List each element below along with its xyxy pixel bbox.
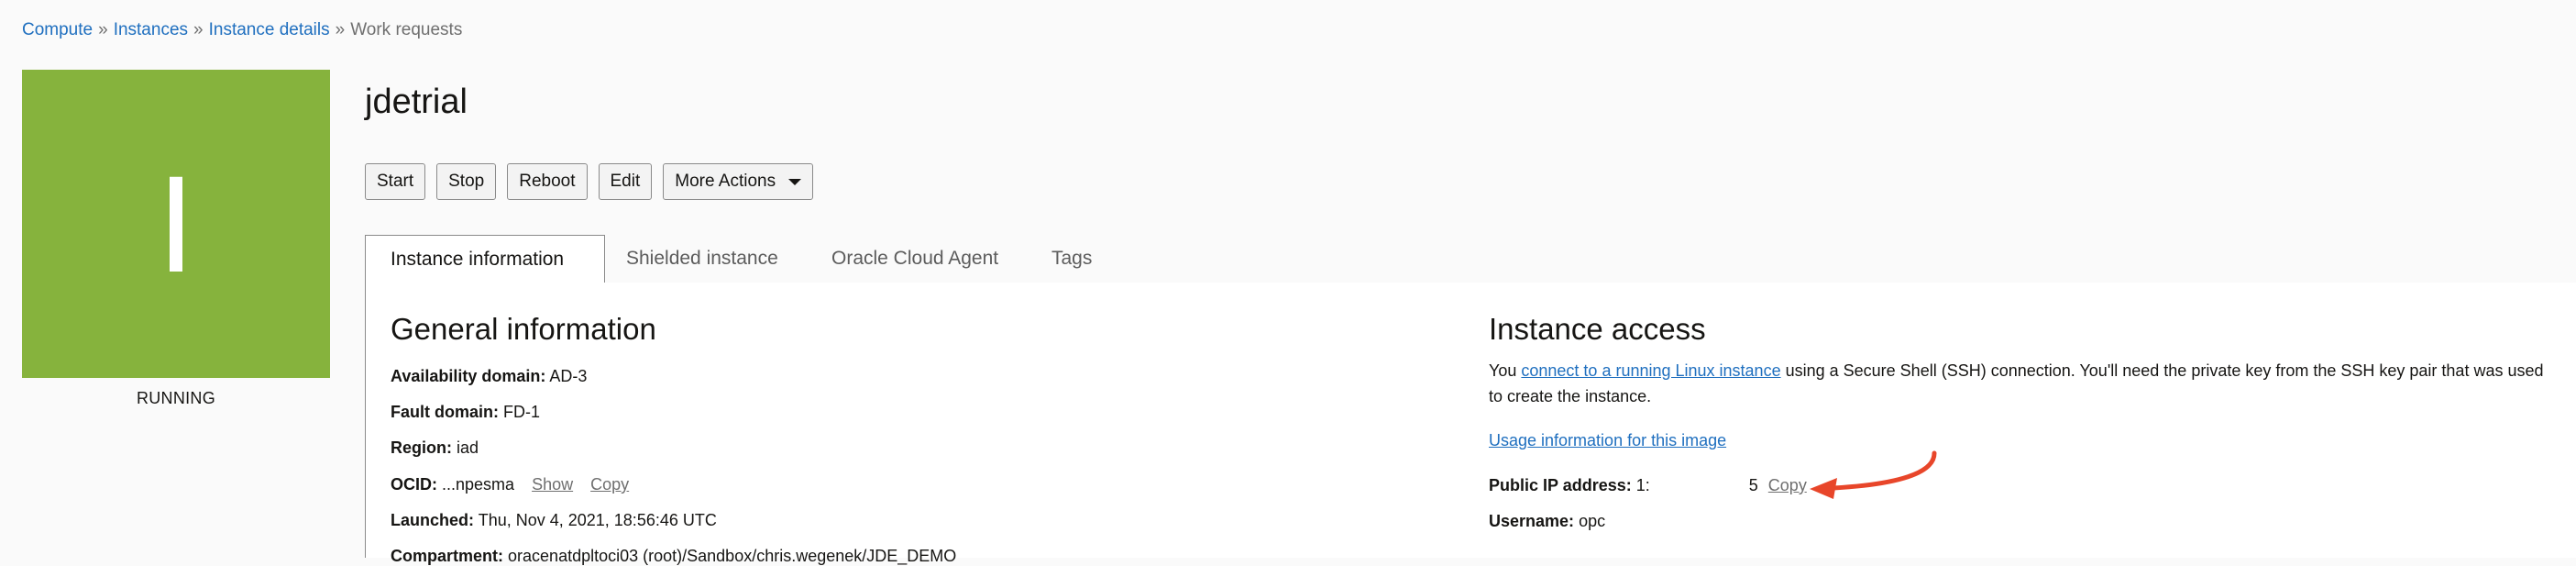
fault-domain-label: Fault domain: <box>391 403 499 421</box>
public-ip-value-suffix: 5 <box>1748 475 1758 494</box>
instance-state: RUNNING <box>136 389 216 407</box>
availability-domain-value: AD-3 <box>549 367 588 385</box>
fault-domain-value: FD-1 <box>503 403 541 421</box>
breadcrumb-instance-details[interactable]: Instance details <box>209 20 330 39</box>
ocid-label: OCID: <box>391 475 437 494</box>
breadcrumb-instances[interactable]: Instances <box>114 20 188 39</box>
compartment-label: Compartment: <box>391 547 504 565</box>
launched-value: Thu, Nov 4, 2021, 18:56:46 UTC <box>478 511 717 529</box>
instance-access-description: You connect to a running Linux instance … <box>1489 358 2552 409</box>
tab-bar: Instance information Shielded instance O… <box>365 235 2576 283</box>
breadcrumb-current: Work requests <box>350 20 463 39</box>
instance-access-heading: Instance access <box>1489 312 1706 346</box>
breadcrumb-separator: » <box>335 20 346 39</box>
tab-instance-information[interactable]: Instance information <box>365 235 605 283</box>
instance-icon-tile: I <box>22 70 330 378</box>
breadcrumb: Compute» Instances» Instance details» Work … <box>22 20 462 40</box>
username-row: Username: opc <box>1489 512 1605 531</box>
instance-icon: I <box>157 147 195 301</box>
ocid-copy-link[interactable]: Copy <box>590 475 629 494</box>
ocid-value: ...npesma <box>442 475 515 494</box>
region-value: iad <box>457 438 479 457</box>
availability-domain-row: Availability domain: AD-3 <box>391 367 587 386</box>
start-button[interactable]: Start <box>365 163 426 200</box>
ocid-row: OCID: ...npesma Show Copy <box>391 475 629 494</box>
public-ip-value-prefix: 1: <box>1635 475 1650 494</box>
redacted-ip-block <box>1649 475 1749 497</box>
region-label: Region: <box>391 438 452 457</box>
usage-information-link[interactable]: Usage information for this image <box>1489 431 1726 450</box>
public-ip-label: Public IP address: <box>1489 475 1632 494</box>
availability-domain-label: Availability domain: <box>391 367 546 385</box>
username-value: opc <box>1579 512 1606 530</box>
action-toolbar: Start Stop Reboot Edit More Actions <box>365 163 814 200</box>
region-row: Region: iad <box>391 438 479 458</box>
access-text-before: You <box>1489 361 1522 380</box>
fault-domain-row: Fault domain: FD-1 <box>391 403 540 422</box>
stop-button[interactable]: Stop <box>436 163 497 200</box>
launched-label: Launched: <box>391 511 475 529</box>
edit-button[interactable]: Edit <box>598 163 653 200</box>
breadcrumb-separator: » <box>98 20 108 39</box>
tab-oracle-cloud-agent[interactable]: Oracle Cloud Agent <box>831 235 998 283</box>
launched-row: Launched: Thu, Nov 4, 2021, 18:56:46 UTC <box>391 511 717 530</box>
annotation-arrow-icon <box>1810 450 1937 499</box>
reboot-button[interactable]: Reboot <box>507 163 588 200</box>
general-information-heading: General information <box>391 312 656 346</box>
page-title: jdetrial <box>365 83 468 121</box>
breadcrumb-compute[interactable]: Compute <box>22 20 93 39</box>
tab-tags[interactable]: Tags <box>1051 235 1092 283</box>
username-label: Username: <box>1489 512 1575 530</box>
tab-shielded-instance[interactable]: Shielded instance <box>626 235 778 283</box>
connect-linux-instance-link[interactable]: connect to a running Linux instance <box>1521 361 1780 380</box>
more-actions-label: More Actions <box>675 172 776 191</box>
more-actions-button[interactable]: More Actions <box>663 163 814 200</box>
compartment-value: oracenatdpltoci03 (root)/Sandbox/chris.w… <box>508 547 957 565</box>
breadcrumb-separator: » <box>193 20 204 39</box>
public-ip-row: Public IP address: 1: 5 Copy <box>1489 475 1807 497</box>
compartment-row: Compartment: oracenatdpltoci03 (root)/Sa… <box>391 547 956 566</box>
caret-down-icon <box>788 178 802 185</box>
ocid-show-link[interactable]: Show <box>532 475 573 494</box>
